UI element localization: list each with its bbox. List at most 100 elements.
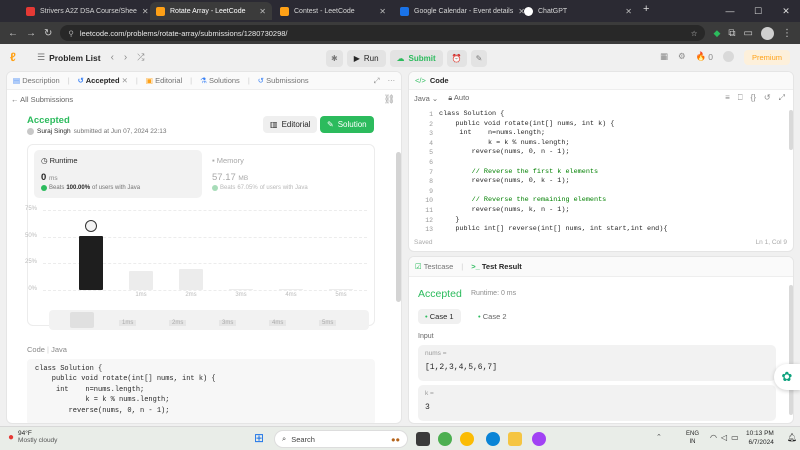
browser-tab-contest[interactable]: Contest - LeetCode ✕ — [274, 2, 392, 20]
site-info-icon[interactable]: ⚲ — [68, 29, 74, 38]
language-indicator[interactable]: ENG IN — [686, 430, 699, 446]
tab-editorial[interactable]: ▣ Editorial — [146, 76, 182, 85]
code-line[interactable]: 1 class Solution { — [413, 110, 785, 120]
bookmark-star-icon[interactable]: ☆ — [691, 29, 698, 38]
browser-tab-strivers[interactable]: Strivers A2Z DSA Course/Shee ✕ — [20, 2, 149, 20]
close-icon[interactable]: ✕ — [625, 7, 632, 16]
new-tab-icon[interactable]: + — [643, 3, 649, 15]
timer-button[interactable]: ⏰ — [446, 50, 467, 67]
chart-bar[interactable] — [129, 270, 153, 290]
run-button[interactable]: ▶ Run — [346, 50, 386, 67]
all-submissions-link[interactable]: ← All Submissions — [11, 95, 73, 104]
chart-bar[interactable] — [79, 235, 103, 290]
close-icon[interactable]: ✕ — [142, 7, 149, 16]
user-avatar[interactable] — [722, 51, 734, 62]
format-icon[interactable]: ≡ — [725, 93, 730, 103]
memory-box[interactable]: ▪ Memory 57.17 MB Beats 67.05% of users … — [212, 150, 372, 198]
shuffle-icon[interactable]: ⤮ — [137, 52, 144, 63]
tray-chevron-icon[interactable]: ⌃ — [656, 433, 662, 441]
tab-submissions[interactable]: ↺ Submissions — [258, 76, 309, 85]
windows-start-icon[interactable]: ⊞ — [254, 431, 268, 445]
case-1-tab[interactable]: • Case 1 — [418, 309, 461, 324]
chatgpt-assistant-icon[interactable]: ✿ — [774, 364, 800, 390]
sidebar-icon[interactable]: ▭ — [744, 28, 753, 39]
code-line[interactable]: 4 k = k % nums.length; — [413, 139, 785, 149]
code-line[interactable]: 13 public int[] reverse(int[] nums, int … — [413, 225, 785, 235]
language-select[interactable]: Java ⌄ — [414, 94, 438, 103]
tab-test-result[interactable]: >_ Test Result — [471, 262, 522, 271]
solution-button[interactable]: ✎ Solution — [320, 116, 374, 133]
edge-icon[interactable] — [486, 432, 500, 446]
menu-kebab-icon[interactable]: ⋮ — [782, 28, 792, 39]
chart-bar[interactable] — [179, 268, 203, 290]
profile-avatar[interactable] — [761, 26, 774, 40]
editorial-button[interactable]: ▥ Editorial — [263, 116, 318, 133]
auto-mode[interactable]: 🔒︎ Auto — [448, 93, 469, 103]
browser-tab-chatgpt[interactable]: ChatGPT ✕ — [518, 2, 638, 20]
extensions-puzzle-icon[interactable]: ⧉ — [728, 28, 735, 39]
code-line[interactable]: 10 // Reverse the remaining elements — [413, 196, 785, 206]
next-problem-icon[interactable]: › — [124, 52, 127, 63]
layout-icon[interactable]: ▦ — [660, 51, 668, 62]
submitter-name[interactable]: Suraj Singh — [37, 128, 71, 135]
fire-icon[interactable]: 🔥 — [696, 51, 707, 62]
share-link-icon[interactable]: ⛓ — [384, 94, 395, 105]
taskbar-search[interactable]: ⌕ Search ●● — [274, 430, 408, 448]
code-line[interactable]: 6 — [413, 158, 785, 168]
tab-description[interactable]: ▤ Description — [13, 76, 60, 85]
debug-button[interactable]: ✱ — [326, 50, 343, 67]
clock[interactable]: 10:13 PM 6/7/2024 — [746, 430, 774, 447]
left-scrollbar[interactable] — [396, 152, 401, 302]
premium-button[interactable]: Premium — [743, 50, 790, 65]
case-2-tab[interactable]: • Case 2 — [471, 309, 514, 324]
prev-problem-icon[interactable]: ‹ — [111, 52, 114, 63]
chrome-taskbar-icon[interactable] — [438, 432, 452, 446]
tab-solutions[interactable]: ⚗ Solutions — [200, 76, 240, 85]
notes-button[interactable]: ✎ — [470, 50, 488, 67]
back-icon[interactable]: ← — [8, 28, 18, 39]
code-line[interactable]: 8 reverse(nums, 0, k - 1); — [413, 177, 785, 187]
code-line[interactable]: 5 reverse(nums, 0, n - 1); — [413, 148, 785, 158]
submit-button[interactable]: ☁ Submit — [389, 50, 443, 67]
code-scrollbar[interactable] — [789, 110, 793, 150]
browser-tab-rotate-array[interactable]: Rotate Array - LeetCode ✕ — [150, 2, 272, 20]
close-icon[interactable]: ✕ — [259, 7, 266, 16]
code-line[interactable]: 11 reverse(nums, k, n - 1); — [413, 206, 785, 216]
problem-list-link[interactable]: Problem List — [49, 53, 100, 63]
reset-icon[interactable]: ↺ — [764, 93, 771, 103]
forward-icon[interactable]: → — [26, 28, 36, 39]
browser-tab-calendar[interactable]: Google Calendar - Event details ✕ — [394, 2, 525, 20]
minimize-icon[interactable]: — — [716, 0, 744, 22]
runtime-box[interactable]: ◷ Runtime 0 ms Beats 100.00% of users wi… — [34, 150, 202, 198]
chrome-profile-icon[interactable] — [460, 432, 474, 446]
file-explorer-icon[interactable] — [508, 432, 522, 446]
task-view-icon[interactable] — [416, 432, 430, 446]
code-line[interactable]: 12 } — [413, 216, 785, 226]
notifications-bell-icon[interactable]: 🔔︎ — [787, 433, 797, 442]
code-line[interactable]: 9 — [413, 187, 785, 197]
code-line[interactable]: 7 // Reverse the first k elements — [413, 168, 785, 178]
close-icon[interactable]: ✕ — [122, 76, 128, 85]
code-line[interactable]: 3 int n=nums.length; — [413, 129, 785, 139]
close-window-icon[interactable]: ✕ — [772, 0, 800, 22]
braces-icon[interactable]: {} — [751, 93, 756, 103]
leetcode-logo-icon[interactable]: ℓ — [10, 51, 23, 64]
system-tray[interactable]: ◠ ◁ ▭ — [710, 433, 739, 442]
maximize-icon[interactable]: ☐ — [744, 0, 772, 22]
expand-icon[interactable]: ⤢ — [374, 76, 380, 86]
more-options-icon[interactable]: ⋯ — [388, 76, 396, 85]
extension-icon[interactable]: ◆ — [713, 28, 720, 39]
url-field[interactable]: ⚲ leetcode.com/problems/rotate-array/sub… — [60, 25, 706, 41]
range-selector[interactable]: 1ms 2ms 3ms 4ms 5ms — [49, 310, 369, 330]
code-editor[interactable]: 1 class Solution {2 public void rotate(in… — [413, 110, 785, 234]
reload-icon[interactable]: ↻ — [44, 28, 52, 39]
tab-testcase[interactable]: ☑ Testcase — [415, 262, 453, 271]
nums-input-box[interactable]: nums = [1,2,3,4,5,6,7] — [418, 345, 776, 381]
close-icon[interactable]: ✕ — [379, 7, 386, 16]
chrome-alt-icon[interactable] — [532, 432, 546, 446]
range-handle[interactable] — [70, 312, 94, 328]
settings-gear-icon[interactable]: ⚙ — [678, 51, 686, 62]
fullscreen-icon[interactable]: ⤢ — [779, 93, 785, 103]
submitted-code-block[interactable]: class Solution { public void rotate(int[… — [27, 359, 375, 423]
tab-accepted[interactable]: ↺ Accepted ✕ — [78, 76, 128, 85]
